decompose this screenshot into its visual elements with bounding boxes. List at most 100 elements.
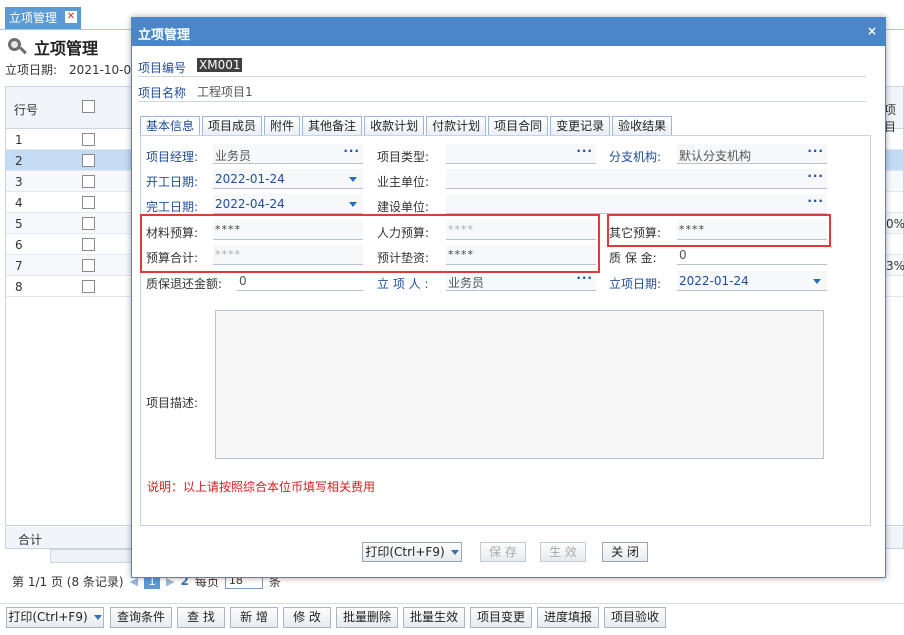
tab-change-log[interactable]: 变更记录 bbox=[550, 116, 611, 136]
type-label: 项目类型: bbox=[377, 150, 430, 164]
more-icon[interactable]: ··· bbox=[343, 144, 360, 158]
row-checkbox[interactable] bbox=[82, 133, 95, 146]
row-checkbox[interactable] bbox=[82, 154, 95, 167]
branch-label: 分支机构: bbox=[609, 150, 662, 164]
chevron-down-icon[interactable] bbox=[349, 202, 357, 207]
filter-date-label: 立项日期: bbox=[5, 63, 58, 77]
tab-members[interactable]: 项目成员 bbox=[202, 116, 263, 136]
tab-receipt-plan[interactable]: 收款计划 bbox=[364, 116, 425, 136]
close-icon[interactable]: × bbox=[867, 24, 877, 38]
batch-delete-button[interactable]: 批量删除 bbox=[336, 607, 398, 628]
progress-button[interactable]: 进度填报 bbox=[537, 607, 599, 628]
project-code-input[interactable]: XM001 bbox=[197, 58, 243, 72]
start-date-field[interactable]: 2022-01-24 bbox=[213, 169, 363, 189]
row-cell-right: 3% bbox=[886, 259, 904, 273]
edit-button[interactable]: 修 改 bbox=[283, 607, 331, 628]
row-checkbox[interactable] bbox=[82, 238, 95, 251]
more-icon[interactable]: ··· bbox=[576, 271, 593, 285]
chevron-down-icon bbox=[93, 615, 102, 620]
basic-info-panel: 项目经理: 业务员 ··· 项目类型: ··· 分支机构: 默认分支机构 ···… bbox=[140, 135, 871, 526]
deposit-field[interactable]: 0 bbox=[677, 245, 827, 265]
description-textarea[interactable] bbox=[215, 310, 824, 459]
project-name-input[interactable]: 工程项目1 bbox=[197, 83, 253, 100]
tab-payment-plan[interactable]: 付款计划 bbox=[426, 116, 487, 136]
find-button[interactable]: 查 找 bbox=[177, 607, 225, 628]
tab-remarks[interactable]: 其他备注 bbox=[302, 116, 363, 136]
tab-acceptance[interactable]: 验收结果 bbox=[612, 116, 673, 136]
setup-date-label: 立项日期: bbox=[609, 277, 662, 291]
manager-value: 业务员 bbox=[215, 149, 252, 163]
print-button[interactable]: 打印(Ctrl+F9) bbox=[6, 607, 104, 628]
row-cell-right: 0% bbox=[886, 217, 904, 231]
start-date-label: 开工日期: bbox=[146, 175, 199, 189]
deposit-value: 0 bbox=[679, 248, 687, 262]
tab-basic-info[interactable]: 基本信息 bbox=[140, 116, 201, 137]
filter-date: 立项日期: 2021-10-01 bbox=[5, 61, 139, 78]
dialog-header[interactable]: 立项管理 × bbox=[132, 18, 885, 46]
row-checkbox[interactable] bbox=[82, 259, 95, 272]
row-number: 7 bbox=[15, 259, 23, 273]
print-button-label: 打印(Ctrl+F9) bbox=[8, 610, 88, 624]
batch-effect-button[interactable]: 批量生效 bbox=[403, 607, 465, 628]
dialog-tabs: 基本信息 项目成员 附件 其他备注 收款计划 付款计划 项目合同 变更记录 验收… bbox=[140, 116, 674, 137]
row-checkbox[interactable] bbox=[82, 280, 95, 293]
more-icon[interactable]: ··· bbox=[576, 144, 593, 158]
save-button[interactable]: 保 存 bbox=[480, 542, 526, 562]
project-code-row: 项目编号 XM001 bbox=[138, 55, 866, 77]
creator-value: 业务员 bbox=[448, 276, 485, 290]
row-checkbox[interactable] bbox=[82, 196, 95, 209]
setup-date-field[interactable]: 2022-01-24 bbox=[677, 271, 827, 291]
start-date-value: 2022-01-24 bbox=[215, 172, 285, 186]
more-icon[interactable]: ··· bbox=[807, 169, 824, 183]
page-title: 立项管理 bbox=[6, 36, 98, 58]
finish-date-label: 完工日期: bbox=[146, 200, 199, 214]
acceptance-button[interactable]: 项目验收 bbox=[604, 607, 666, 628]
row-number: 6 bbox=[15, 238, 23, 252]
manager-label: 项目经理: bbox=[146, 150, 199, 164]
project-change-button[interactable]: 项目变更 bbox=[470, 607, 532, 628]
select-all-checkbox[interactable] bbox=[82, 100, 95, 113]
build-unit-label: 建设单位: bbox=[377, 200, 430, 214]
row-checkbox[interactable] bbox=[82, 175, 95, 188]
type-field[interactable]: ··· bbox=[446, 144, 596, 164]
branch-value: 默认分支机构 bbox=[679, 149, 752, 163]
tab-label: 立项管理 bbox=[9, 11, 58, 25]
budget-highlight-box bbox=[140, 214, 600, 273]
more-icon[interactable]: ··· bbox=[807, 194, 824, 208]
chevron-down-icon[interactable] bbox=[349, 177, 357, 182]
row-number: 2 bbox=[15, 154, 23, 168]
dialog-footer: 打印(Ctrl+F9) 保 存 生 效 关 闭 bbox=[132, 538, 885, 568]
branch-field[interactable]: 默认分支机构 ··· bbox=[677, 144, 827, 164]
row-number: 5 bbox=[15, 217, 23, 231]
creator-field[interactable]: 业务员 ··· bbox=[446, 271, 596, 291]
manager-field[interactable]: 业务员 ··· bbox=[213, 144, 363, 164]
owner-label: 业主单位: bbox=[377, 175, 430, 189]
effect-button[interactable]: 生 效 bbox=[540, 542, 586, 562]
build-unit-field[interactable]: ··· bbox=[446, 194, 827, 214]
project-dialog: 立项管理 × 项目编号 XM001 项目名称 工程项目1 基本信息 项目成员 附… bbox=[131, 17, 886, 578]
finish-date-value: 2022-04-24 bbox=[215, 197, 285, 211]
summary-label: 合计 bbox=[18, 533, 43, 547]
close-button[interactable]: 关 闭 bbox=[602, 542, 648, 562]
row-checkbox[interactable] bbox=[82, 217, 95, 230]
more-icon[interactable]: ··· bbox=[807, 144, 824, 158]
dialog-print-label: 打印(Ctrl+F9) bbox=[365, 545, 445, 559]
owner-field[interactable]: ··· bbox=[446, 169, 827, 189]
finish-date-field[interactable]: 2022-04-24 bbox=[213, 194, 363, 214]
add-button[interactable]: 新 增 bbox=[230, 607, 278, 628]
row-number: 4 bbox=[15, 196, 23, 210]
deposit-return-field[interactable]: 0 bbox=[237, 271, 363, 291]
tab-attachments[interactable]: 附件 bbox=[264, 116, 301, 136]
tab-project-management[interactable]: 立项管理 ✕ bbox=[5, 7, 81, 29]
setup-date-value: 2022-01-24 bbox=[679, 274, 749, 288]
query-button[interactable]: 查询条件 bbox=[110, 607, 172, 628]
deposit-return-label: 质保退还金额: bbox=[146, 277, 223, 291]
tab-close-icon[interactable]: ✕ bbox=[65, 11, 77, 23]
chevron-down-icon[interactable] bbox=[813, 279, 821, 284]
filter-date-value: 2021-10-01 bbox=[69, 63, 139, 77]
project-code-label: 项目编号 bbox=[138, 61, 187, 75]
deposit-label: 质 保 金: bbox=[609, 251, 657, 265]
tab-contracts[interactable]: 项目合同 bbox=[488, 116, 549, 136]
dialog-print-button[interactable]: 打印(Ctrl+F9) bbox=[362, 542, 462, 562]
deposit-return-value: 0 bbox=[239, 274, 247, 288]
